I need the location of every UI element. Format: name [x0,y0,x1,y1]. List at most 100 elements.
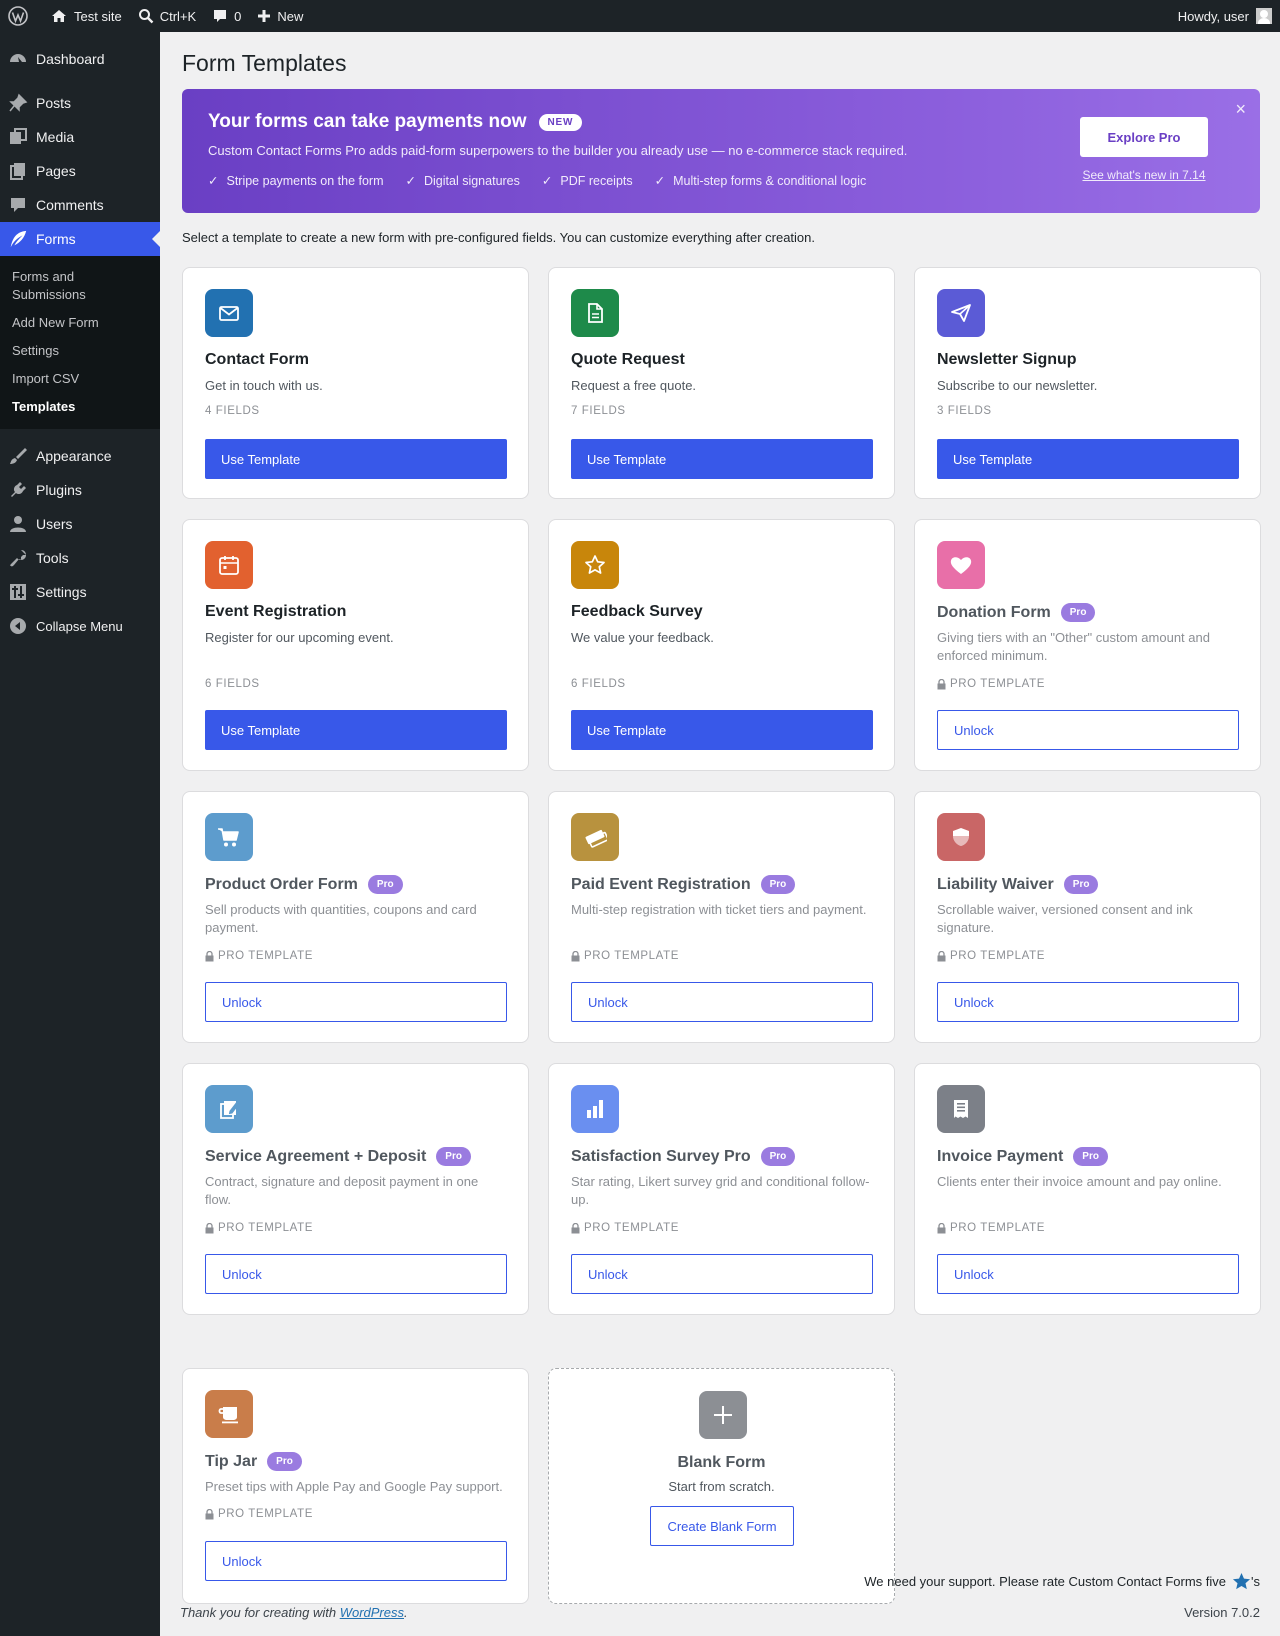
settings-icon [8,582,28,602]
feather-icon [8,229,28,249]
sidebar-item-plugins[interactable]: Plugins [0,473,160,507]
template-description: Subscribe to our newsletter. [937,378,1098,393]
footer-thanks: Thank you for creating with WordPress. [180,1605,408,1620]
use-template-button[interactable]: Use Template [571,439,873,479]
wordpress-link[interactable]: WordPress [340,1605,404,1620]
unlock-button[interactable]: Unlock [571,1254,873,1294]
unlock-button[interactable]: Unlock [205,1254,507,1294]
template-description: Star rating, Likert survey grid and cond… [571,1174,870,1207]
admin-sidebar: Dashboard Posts Media Pages Comments For… [0,32,160,1636]
footer-version: Version 7.0.2 [1184,1605,1260,1620]
media-icon [8,127,28,147]
submenu-item-import-csv[interactable]: Import CSV [0,365,160,393]
sidebar-item-tools[interactable]: Tools [0,541,160,575]
star-icon[interactable] [1232,1572,1251,1591]
template-field-count: 6 FIELDS [205,678,260,690]
explore-pro-button[interactable]: Explore Pro [1080,117,1208,157]
template-card-newsletter-signup: Newsletter Signup Subscribe to our newsl… [914,267,1261,499]
promo-banner: Your forms can take payments now NEW Cus… [182,89,1260,213]
template-description: Giving tiers with an "Other" custom amou… [937,630,1210,663]
template-card-donation-form: Donation Form Pro Giving tiers with an "O… [914,519,1261,771]
close-icon[interactable]: × [1235,99,1246,120]
sidebar-item-forms[interactable]: Forms [0,222,160,256]
unlock-button[interactable]: Unlock [205,1541,507,1581]
rating-text: We need your support. Please rate Custom… [864,1574,1227,1589]
template-title: Newsletter Signup [937,351,1077,368]
admin-bar: Test site Ctrl+K 0 New Howdy, user [0,0,1280,32]
promo-description: Custom Contact Forms Pro adds paid-form … [208,143,908,158]
check-icon: ✓ [208,174,219,188]
pro-badge: Pro [1063,875,1099,894]
template-title: Tip Jar Pro [205,1452,302,1471]
pro-badge: Pro [760,1147,796,1166]
template-field-count: 4 FIELDS [205,405,260,417]
new-label: New [277,8,304,24]
template-meta: PRO TEMPLATE [937,678,1045,690]
bar-chart-icon [571,1085,619,1133]
unlock-button[interactable]: Unlock [571,982,873,1022]
pro-badge: Pro [1060,603,1096,622]
intro-text: Select a template to create a new form w… [182,230,816,245]
sidebar-item-pages[interactable]: Pages [0,154,160,188]
template-description: Preset tips with Apple Pay and Google Pa… [205,1479,503,1494]
sidebar-item-comments[interactable]: Comments [0,188,160,222]
sidebar-item-users[interactable]: Users [0,507,160,541]
collapse-menu-button[interactable]: Collapse Menu [0,609,160,643]
check-icon: ✓ [541,174,553,188]
new-badge: NEW [538,113,583,131]
check-icon: ✓ [405,174,416,188]
rating-suffix: 's [1251,1574,1260,1589]
promo-title: Your forms can take payments now NEW [208,111,583,133]
my-account[interactable]: Howdy, user [1178,8,1280,24]
search-button[interactable]: Ctrl+K [130,0,204,32]
brush-icon [8,446,28,466]
cart-icon [205,813,253,861]
comments-button[interactable]: 0 [204,0,249,32]
use-template-button[interactable]: Use Template [937,439,1239,479]
template-meta: PRO TEMPLATE [205,1222,313,1234]
lock-icon [205,1222,214,1233]
page-title: Form Templates [182,50,347,76]
sidebar-item-posts[interactable]: Posts [0,86,160,120]
submenu-item-forms-and-submissions[interactable]: Forms and Submissions [0,263,160,309]
submenu-item-add-new-form[interactable]: Add New Form [0,309,160,337]
lock-icon [937,1222,946,1233]
template-title: Satisfaction Survey Pro Pro [571,1147,796,1166]
new-content-button[interactable]: New [249,0,311,32]
whats-new-link[interactable]: See what's new in 7.14 [1080,168,1208,182]
sidebar-item-dashboard[interactable]: Dashboard [0,42,160,76]
collapse-icon [8,616,28,636]
use-template-button[interactable]: Use Template [571,710,873,750]
blank-form-title: Blank Form [677,1454,766,1471]
sidebar-item-media[interactable]: Media [0,120,160,154]
sidebar-item-settings[interactable]: Settings [0,575,160,609]
unlock-button[interactable]: Unlock [937,982,1239,1022]
unlock-button[interactable]: Unlock [205,982,507,1022]
sidebar-item-label: Comments [36,197,104,213]
unlock-button[interactable]: Unlock [937,1254,1239,1294]
sidebar-item-appearance[interactable]: Appearance [0,439,160,473]
template-title: Quote Request [571,351,685,368]
template-description: Scrollable waiver, versioned consent and… [937,902,1193,935]
template-card-tip-jar: Tip Jar Pro Preset tips with Apple Pay an… [182,1368,529,1604]
use-template-button[interactable]: Use Template [205,710,507,750]
promo-feature: ✓ Multi-step forms & conditional logic [654,174,867,188]
wordpress-logo-button[interactable] [0,0,42,32]
create-blank-form-button[interactable]: Create Blank Form [650,1506,794,1546]
star-icon [571,541,619,589]
template-description: Get in touch with us. [205,378,323,393]
submenu-item-settings[interactable]: Settings [0,337,160,365]
pro-badge: Pro [1073,1147,1108,1166]
use-template-button[interactable]: Use Template [205,439,507,479]
search-icon [138,9,154,24]
template-title: Contact Form [205,351,309,368]
template-description: Contract, signature and deposit payment … [205,1174,479,1207]
sidebar-item-label: Collapse Menu [36,618,123,634]
template-description: Clients enter their invoice amount and p… [937,1174,1222,1189]
template-description: Request a free quote. [571,378,697,393]
submenu-item-templates[interactable]: Templates [0,393,160,421]
site-name-link[interactable]: Test site [42,0,130,32]
calendar-icon [205,541,253,589]
wordpress-logo-icon [8,6,28,26]
unlock-button[interactable]: Unlock [937,710,1239,750]
